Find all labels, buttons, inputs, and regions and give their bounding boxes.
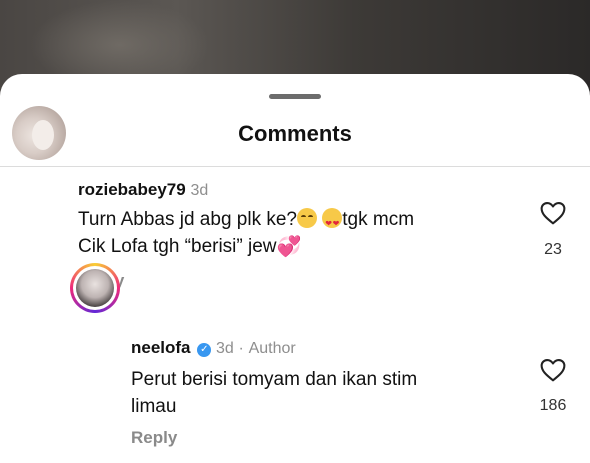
- reply-button[interactable]: Reply: [131, 428, 177, 448]
- header-divider: [0, 166, 590, 167]
- sparkling-heart-emoji-icon: 💞: [276, 236, 302, 258]
- avatar-photo: [76, 269, 114, 307]
- avatar-face: [32, 120, 54, 150]
- like-heart-icon[interactable]: [540, 201, 566, 225]
- like-heart-icon[interactable]: [540, 358, 566, 382]
- comment-text-line: limau: [131, 396, 177, 417]
- comment-time: 3d: [216, 340, 234, 357]
- comment-username[interactable]: neelofa ✓ 3d · Author: [131, 338, 296, 358]
- sheet-drag-handle[interactable]: [269, 94, 321, 99]
- comment-text: Perut berisi tomyam dan ikan stim limau: [131, 366, 511, 420]
- like-count: 23: [544, 241, 562, 258]
- comment-text-part: tgk mcm: [342, 209, 415, 230]
- like-count: 186: [539, 397, 567, 414]
- avatar-neelofa[interactable]: [70, 263, 120, 313]
- avatar-ring-gap: [73, 266, 117, 310]
- sheet-title: Comments: [238, 121, 352, 146]
- comment-text-part: Turn Abbas jd abg plk ke?: [78, 209, 297, 230]
- username-text[interactable]: roziebabey79: [78, 180, 186, 199]
- comment-time: 3d: [190, 182, 209, 199]
- meta-separator: ·: [238, 340, 244, 357]
- author-label: Author: [248, 340, 296, 357]
- comment-text-part: Cik Lofa tgh “berisi” jew: [78, 236, 277, 257]
- username-text[interactable]: neelofa: [131, 338, 191, 357]
- heart-eyes-emoji-icon: [322, 208, 343, 237]
- comment-text: Turn Abbas jd abg plk ke? tgk mcm Cik Lo…: [78, 206, 518, 261]
- relieved-face-emoji-icon: [297, 208, 317, 228]
- comment-username[interactable]: roziebabey79 3d: [78, 180, 208, 200]
- avatar-roziebabey79[interactable]: [12, 106, 66, 160]
- comment-text-line: Perut berisi tomyam dan ikan stim: [131, 369, 418, 390]
- verified-badge-icon: ✓: [197, 343, 212, 357]
